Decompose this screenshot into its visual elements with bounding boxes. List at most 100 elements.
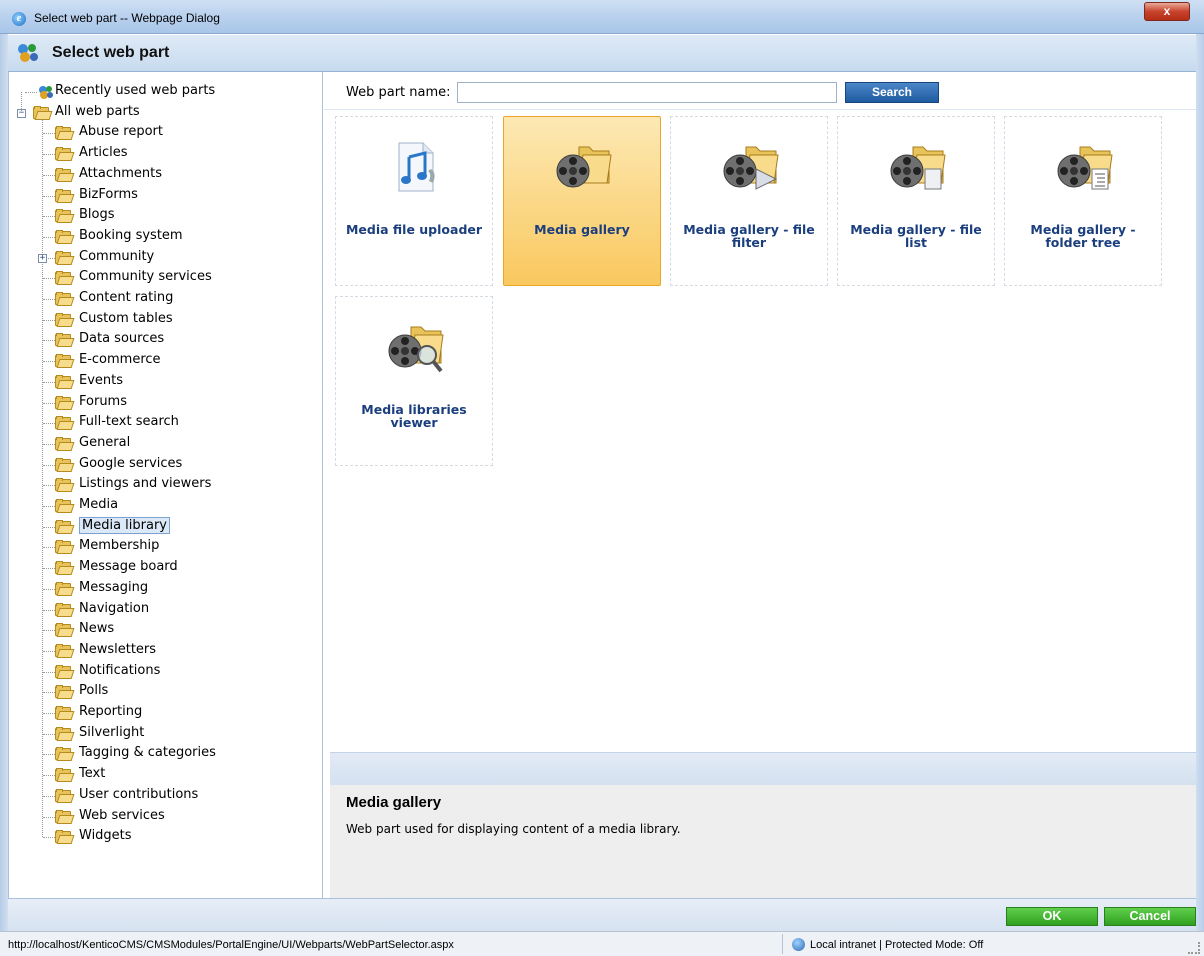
status-bar: http://localhost/KenticoCMS/CMSModules/P…	[0, 931, 1204, 956]
media-tree-icon	[1054, 139, 1114, 195]
tree-item-blogs[interactable]: Blogs	[9, 206, 309, 226]
webparts-icon	[18, 44, 38, 62]
category-tree-panel: Recently used web parts − All web parts Abu…	[8, 72, 323, 929]
tree-item-google-services[interactable]: Google services	[9, 455, 309, 475]
search-button[interactable]: Search	[845, 82, 939, 103]
browser-icon: e	[12, 12, 26, 26]
folder-icon	[55, 726, 75, 741]
media-folder-icon	[553, 139, 613, 195]
webpart-card-label: Media gallery - folder tree	[1030, 222, 1136, 250]
media-filter-icon	[720, 139, 780, 195]
folder-icon	[55, 333, 75, 348]
tree-item-label: Booking system	[79, 227, 183, 243]
close-button[interactable]: x	[1144, 2, 1190, 21]
webpart-card-media-gallery[interactable]: Media gallery	[503, 116, 661, 286]
audio-file-icon	[385, 139, 445, 195]
tree-item-recent[interactable]: Recently used web parts	[9, 82, 309, 102]
folder-icon	[55, 788, 75, 803]
tree-item-media-library[interactable]: Media library	[9, 516, 309, 537]
webpart-grid: Media file uploader Media gallery Media ga…	[324, 112, 1196, 752]
tree-item-attachments[interactable]: Attachments	[9, 165, 309, 185]
dialog-title: Select web part	[52, 44, 170, 61]
folder-icon	[33, 105, 53, 120]
tree-item-label: Navigation	[79, 600, 150, 616]
tree-item-media[interactable]: Media	[9, 496, 309, 516]
ok-button[interactable]: OK	[1006, 907, 1098, 926]
tree-item-membership[interactable]: Membership	[9, 537, 309, 557]
tree-item-message-board[interactable]: Message board	[9, 558, 309, 578]
folder-icon	[55, 478, 75, 493]
tree-item-full-text-search[interactable]: Full-text search	[9, 413, 309, 433]
tree-item-booking-system[interactable]: Booking system	[9, 227, 309, 247]
tree-item-e-commerce[interactable]: E-commerce	[9, 351, 309, 371]
folder-icon	[55, 602, 75, 617]
window-titlebar: e Select web part -- Webpage Dialog x	[0, 0, 1204, 34]
tree-item-community-services[interactable]: Community services	[9, 268, 309, 288]
expand-icon[interactable]: +	[38, 253, 47, 263]
webpart-card-label: Media file uploader	[345, 222, 483, 237]
tree-item-general[interactable]: General	[9, 434, 309, 454]
tree-item-label: Articles	[79, 145, 128, 161]
tree-item-label: Community services	[79, 269, 212, 285]
tree-item-label: News	[79, 621, 115, 637]
folder-icon	[55, 685, 75, 700]
tree-item-forums[interactable]: Forums	[9, 393, 309, 413]
tree-item-label: Full-text search	[79, 414, 179, 430]
tree-item-tagging-categories[interactable]: Tagging & categories	[9, 744, 309, 764]
tree-item-custom-tables[interactable]: Custom tables	[9, 310, 309, 330]
tree-item-label: Media	[79, 497, 119, 512]
webpart-card-label: Media gallery	[534, 222, 630, 237]
tree-item-web-services[interactable]: Web services	[9, 807, 309, 827]
tree-item-data-sources[interactable]: Data sources	[9, 330, 309, 350]
tree-item-abuse-report[interactable]: Abuse report	[9, 123, 309, 143]
tree-item-reporting[interactable]: Reporting	[9, 703, 309, 723]
search-label: Web part name:	[346, 85, 451, 100]
tree-item-user-contributions[interactable]: User contributions	[9, 786, 309, 806]
webpart-card-media-libraries-viewer[interactable]: Media libraries viewer	[335, 296, 493, 466]
tree-item-silverlight[interactable]: Silverlight	[9, 724, 309, 744]
tree-item-label: Message board	[79, 559, 178, 575]
description-text: Web part used for displaying content of …	[346, 822, 681, 836]
tree-item-content-rating[interactable]: Content rating	[9, 289, 309, 309]
tree-item-articles[interactable]: Articles	[9, 144, 309, 164]
tree-item-newsletters[interactable]: Newsletters	[9, 641, 309, 661]
tree-item-polls[interactable]: Polls	[9, 682, 309, 702]
tree-item-bizforms[interactable]: BizForms	[9, 186, 309, 206]
window-frame-left	[0, 34, 8, 931]
tree-item-events[interactable]: Events	[9, 372, 309, 392]
folder-icon	[55, 499, 75, 513]
folder-icon	[55, 126, 75, 141]
tree-item-notifications[interactable]: Notifications	[9, 662, 309, 682]
tree-item-all-webparts[interactable]: − All web parts	[9, 103, 309, 123]
webpart-card-media-file-uploader[interactable]: Media file uploader	[335, 116, 493, 286]
tree-item-label: Abuse report	[79, 124, 163, 140]
folder-icon	[55, 354, 75, 369]
tree-item-label: Data sources	[79, 331, 165, 347]
cancel-button[interactable]: Cancel	[1104, 907, 1196, 926]
tree-item-label: Polls	[79, 683, 109, 699]
tree-item-label: Events	[79, 372, 124, 388]
tree-item-text[interactable]: Text	[9, 765, 309, 785]
tree-item-label: Web services	[79, 807, 165, 823]
tree-item-label: Google services	[79, 455, 183, 471]
tree-item-community[interactable]: + Community	[9, 248, 309, 268]
folder-icon	[55, 312, 75, 327]
tree-item-label: Listings and viewers	[79, 476, 212, 492]
folder-icon	[55, 664, 75, 679]
search-input[interactable]	[457, 82, 837, 103]
tree-item-listings-and-viewers[interactable]: Listings and viewers	[9, 475, 309, 495]
tree-item-label: Messaging	[79, 579, 149, 595]
tree-item-label: All web parts	[55, 103, 140, 119]
webpart-card-media-gallery-folder-tree[interactable]: Media gallery - folder tree	[1004, 116, 1162, 286]
tree-item-label: BizForms	[79, 186, 138, 202]
resize-grip-icon[interactable]	[1188, 942, 1200, 954]
tree-item-news[interactable]: News	[9, 620, 309, 640]
tree-item-navigation[interactable]: Navigation	[9, 600, 309, 620]
folder-icon	[55, 457, 75, 472]
tree-item-widgets[interactable]: Widgets	[9, 827, 309, 847]
webpart-card-media-gallery-file-filter[interactable]: Media gallery - file filter	[670, 116, 828, 286]
tree-item-label: Custom tables	[79, 310, 173, 326]
search-bar: Web part name: Search	[324, 72, 1196, 110]
webpart-card-media-gallery-file-list[interactable]: Media gallery - file list	[837, 116, 995, 286]
tree-item-messaging[interactable]: Messaging	[9, 579, 309, 599]
